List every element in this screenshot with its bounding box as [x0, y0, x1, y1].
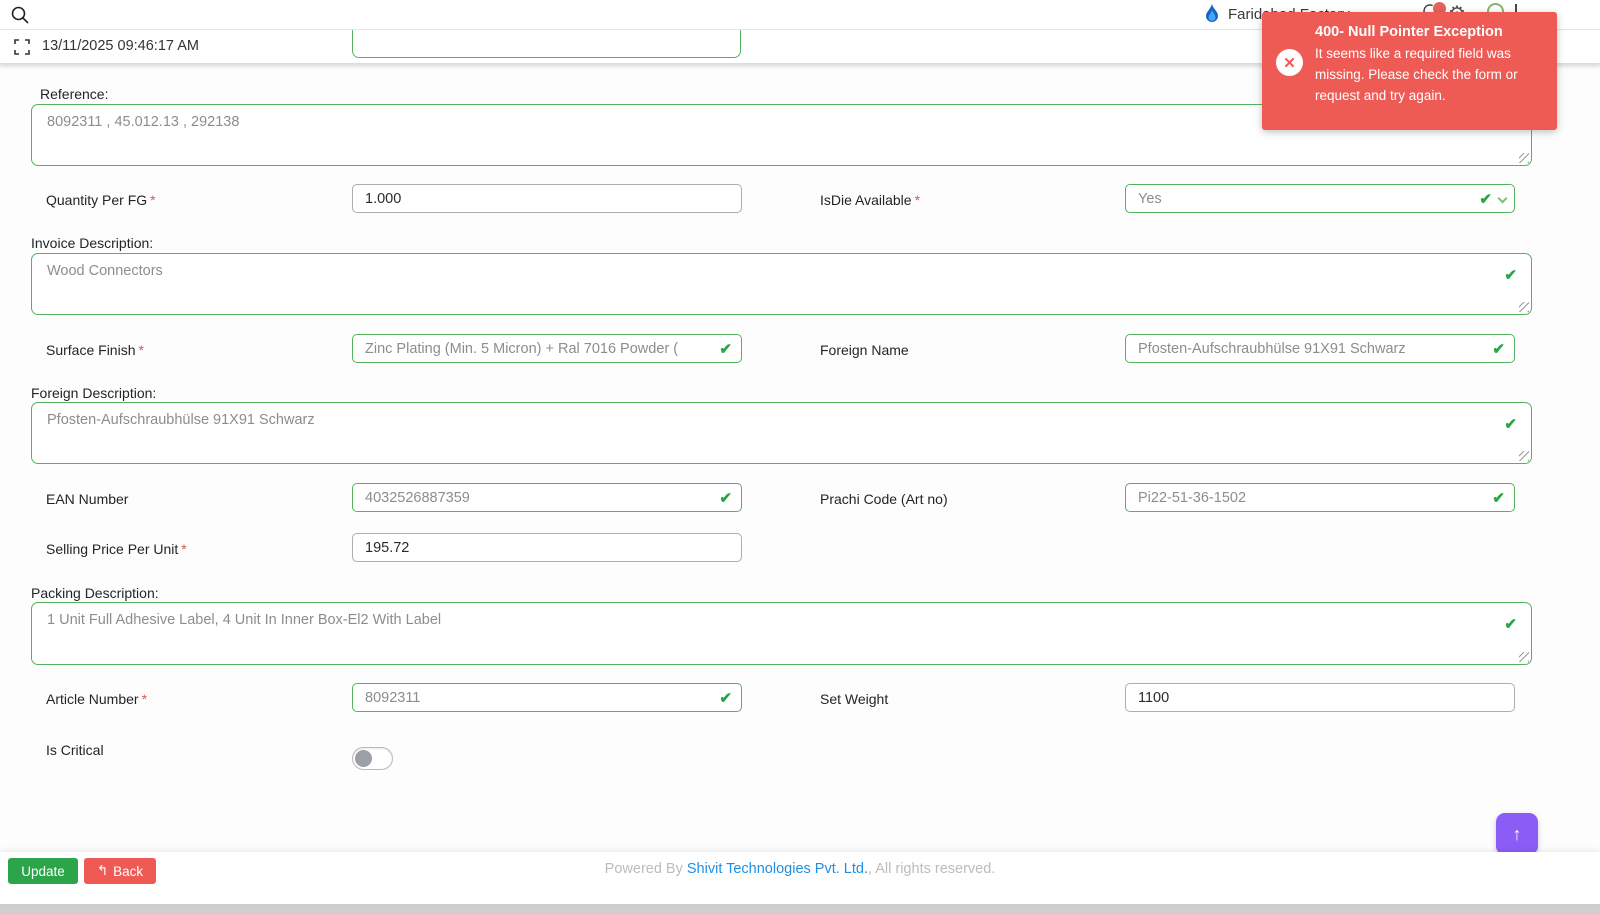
valid-check-icon: ✔ — [1479, 192, 1492, 207]
foreign-name-input[interactable]: Pfosten-Aufschraubhülse 91X91 Schwarz ✔ — [1125, 334, 1515, 363]
shivit-link[interactable]: Shivit Technologies Pvt. Ltd. — [687, 861, 868, 877]
search-icon[interactable] — [10, 5, 30, 25]
current-datetime: 13/11/2025 09:46:17 AM — [42, 38, 199, 54]
valid-check-icon: ✔ — [1504, 268, 1517, 283]
valid-check-icon: ✔ — [1492, 342, 1505, 357]
toast-title: 400- Null Pointer Exception — [1315, 24, 1544, 40]
foreign-description-textarea[interactable]: Pfosten-Aufschraubhülse 91X91 Schwarz ✔ — [31, 402, 1532, 464]
valid-check-icon: ✔ — [1492, 491, 1505, 506]
toast-message: It seems like a required field was missi… — [1315, 43, 1544, 106]
chevron-down-icon — [1498, 194, 1508, 204]
isdie-available-select[interactable]: Yes ✔ — [1125, 184, 1515, 213]
valid-check-icon: ✔ — [719, 342, 732, 357]
selling-price-label: Selling Price Per Unit* — [46, 541, 187, 557]
foreign-description-label: Foreign Description: — [31, 385, 156, 401]
isdie-available-label: IsDie Available* — [820, 192, 920, 208]
footer-bar: Update ↰ Back Powered By Shivit Technolo… — [0, 852, 1600, 904]
quantity-per-fg-label: Quantity Per FG* — [46, 192, 156, 208]
prachi-code-label: Prachi Code (Art no) — [820, 491, 948, 507]
flame-icon — [1203, 4, 1221, 24]
is-critical-label: Is Critical — [46, 742, 104, 758]
set-weight-input[interactable]: 1100 — [1125, 683, 1515, 712]
resize-handle[interactable] — [1519, 451, 1529, 461]
bottom-strip — [0, 904, 1600, 914]
reference-label: Reference: — [40, 86, 108, 102]
resize-handle[interactable] — [1519, 302, 1529, 312]
resize-handle[interactable] — [1519, 652, 1529, 662]
ean-number-input[interactable]: 4032526887359 ✔ — [352, 483, 742, 512]
scroll-to-top-button[interactable]: ↑ — [1496, 813, 1538, 855]
article-number-label: Article Number* — [46, 691, 147, 707]
valid-check-icon: ✔ — [1504, 417, 1517, 432]
error-toast[interactable]: ✕ 400- Null Pointer Exception It seems l… — [1262, 12, 1557, 130]
foreign-name-label: Foreign Name — [820, 342, 909, 358]
prachi-code-input[interactable]: Pi22-51-36-1502 ✔ — [1125, 483, 1515, 512]
fullscreen-icon[interactable] — [14, 39, 30, 55]
valid-check-icon: ✔ — [719, 691, 732, 706]
article-number-input[interactable]: 8092311 ✔ — [352, 683, 742, 712]
selling-price-input[interactable]: 195.72 — [352, 533, 742, 562]
arrow-up-icon: ↑ — [1513, 824, 1522, 845]
scrolled-field-partial[interactable] — [352, 30, 741, 58]
is-critical-toggle[interactable] — [352, 747, 393, 770]
resize-handle[interactable] — [1519, 153, 1529, 163]
invoice-description-textarea[interactable]: Wood Connectors ✔ — [31, 253, 1532, 315]
surface-finish-input[interactable]: Zinc Plating (Min. 5 Micron) + Ral 7016 … — [352, 334, 742, 363]
set-weight-label: Set Weight — [820, 691, 888, 707]
invoice-description-label: Invoice Description: — [31, 235, 153, 251]
packing-description-label: Packing Description: — [31, 585, 159, 601]
quantity-per-fg-input[interactable]: 1.000 — [352, 184, 742, 213]
toast-close-icon[interactable]: ✕ — [1276, 49, 1303, 76]
toggle-knob — [355, 750, 372, 767]
surface-finish-label: Surface Finish* — [46, 342, 144, 358]
valid-check-icon: ✔ — [719, 491, 732, 506]
valid-check-icon: ✔ — [1504, 617, 1517, 632]
packing-description-textarea[interactable]: 1 Unit Full Adhesive Label, 4 Unit In In… — [31, 602, 1532, 665]
powered-by-text: Powered By Shivit Technologies Pvt. Ltd.… — [0, 861, 1600, 877]
ean-number-label: EAN Number — [46, 491, 128, 507]
